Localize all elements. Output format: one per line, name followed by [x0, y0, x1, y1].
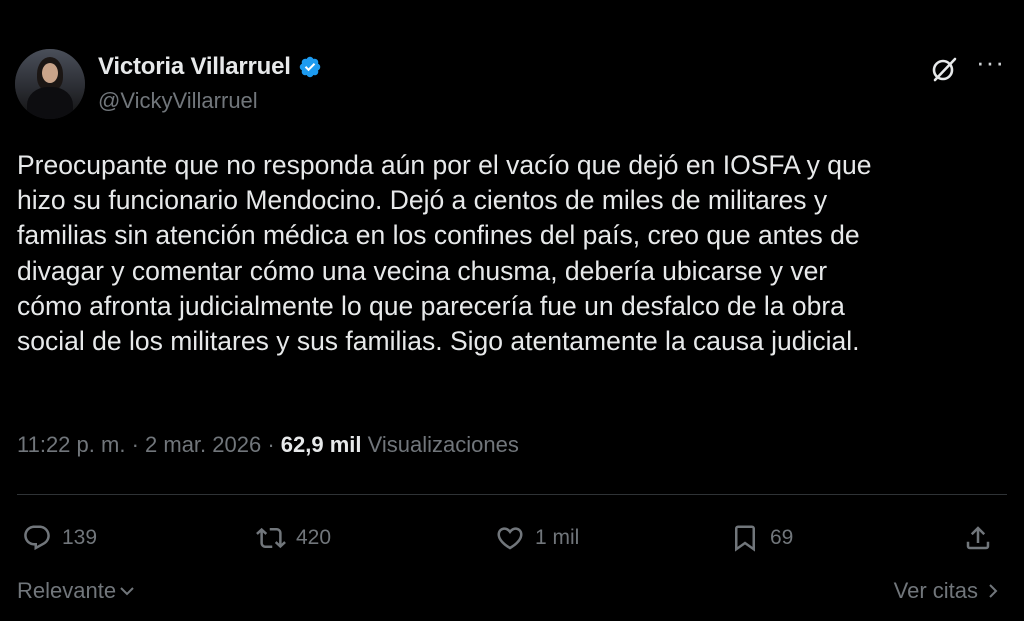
bookmark-count: 69: [770, 526, 794, 549]
like-button[interactable]: 1 mil: [495, 520, 579, 556]
tweet-line: divagar y comentar cómo una vecina chusm…: [17, 255, 828, 286]
reply-icon: [24, 525, 50, 551]
tweet-date[interactable]: 2 mar. 2026: [145, 432, 261, 457]
author-name-row: Victoria Villarruel: [98, 52, 322, 82]
tweet-line: social de los militares y sus familias. …: [17, 326, 860, 357]
avatar[interactable]: [15, 49, 85, 119]
tweet-text: Preocupante que no responda aún por el v…: [17, 148, 1007, 359]
quotes-label: Ver citas: [893, 578, 978, 603]
chevron-right-icon: [989, 584, 998, 598]
view-quotes-link[interactable]: Ver citas: [894, 578, 1002, 604]
views-label[interactable]: Visualizaciones: [368, 432, 519, 457]
bookmark-icon: [735, 525, 755, 552]
heart-icon: [497, 527, 523, 550]
sort-label: Relevante: [17, 578, 117, 603]
repost-count: 420: [296, 526, 332, 549]
tweet-time[interactable]: 11:22 p. m.: [17, 432, 125, 457]
reply-count: 139: [62, 526, 98, 549]
grok-icon[interactable]: [929, 54, 959, 84]
author-handle[interactable]: @VickyVillarruel: [98, 88, 258, 114]
share-button[interactable]: [963, 520, 993, 556]
verified-badge-icon: [299, 56, 320, 78]
views-count[interactable]: 62,9 mil: [281, 432, 362, 457]
sort-replies-button[interactable]: Relevante: [17, 578, 136, 604]
author-display-name[interactable]: Victoria Villarruel: [98, 53, 291, 81]
more-icon[interactable]: ···: [976, 49, 1006, 82]
divider: [17, 494, 1007, 495]
share-icon: [966, 526, 990, 550]
tweet-line: familias sin atención médica en los conf…: [17, 220, 860, 251]
meta-separator: ·: [131, 432, 139, 457]
tweet-line: hizo su funcionario Mendocino. Dejó a ci…: [17, 185, 828, 216]
reply-button[interactable]: 139: [22, 520, 97, 556]
bookmark-button[interactable]: 69: [730, 520, 793, 556]
like-count: 1 mil: [535, 526, 580, 549]
repost-button[interactable]: 420: [256, 520, 331, 556]
tweet-line: cómo afronta judicialmente lo que parece…: [17, 290, 845, 321]
tweet-line: Preocupante que no responda aún por el v…: [17, 150, 872, 180]
repost-icon: [256, 527, 286, 549]
meta-separator: ·: [267, 432, 275, 457]
chevron-down-icon: [120, 587, 134, 596]
tweet-meta: 11:22 p. m. · 2 mar. 2026 · 62,9 mil Vis…: [17, 432, 519, 458]
